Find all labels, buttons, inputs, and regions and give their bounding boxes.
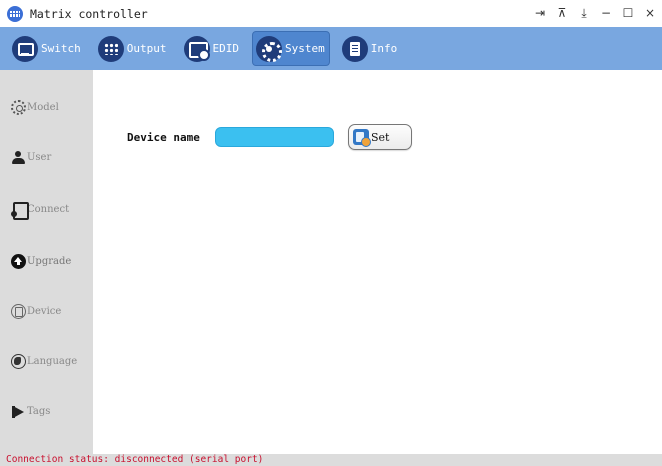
matrix-grid-icon (7, 5, 23, 22)
system-icon (256, 35, 282, 62)
sidebar: Model User Connect Upgrade Device Langua… (0, 70, 93, 454)
sidebar-item-label: Device (27, 305, 62, 317)
sidebar-item-label: Connect (27, 203, 70, 215)
sidebar-item-connect[interactable]: Connect (0, 184, 93, 234)
set-button-label: Set (371, 130, 390, 144)
device-name-input[interactable] (215, 127, 334, 147)
gear-icon (11, 99, 26, 115)
sidebar-item-label: Model (27, 101, 59, 113)
sidebar-item-label: Upgrade (27, 255, 72, 267)
maximize-icon[interactable]: ☐ (622, 0, 634, 27)
sidebar-item-model[interactable]: Model (0, 82, 93, 132)
upgrade-icon (11, 253, 26, 269)
sidebar-item-label: Tags (27, 405, 51, 417)
output-icon (97, 35, 124, 62)
sidebar-item-label: Language (27, 355, 78, 367)
set-button[interactable]: Set (348, 124, 412, 150)
tab-switch[interactable]: Switch (8, 31, 86, 66)
switch-icon (12, 35, 38, 62)
sidebar-item-label: User (27, 151, 52, 163)
connect-icon (11, 201, 29, 220)
language-icon (11, 353, 26, 369)
tab-info-label: Info (370, 42, 398, 55)
main-toolbar: Switch Output EDID System Info (0, 27, 662, 70)
window-title: Matrix controller (30, 6, 148, 21)
tab-info[interactable]: Info (338, 31, 403, 66)
tab-switch-label: Switch (41, 42, 81, 55)
minimize-icon[interactable]: − (600, 0, 612, 27)
sidebar-item-upgrade[interactable]: Upgrade (0, 236, 93, 286)
window-controls: ⇥ ⊼ ⤓ − ☐ × (534, 0, 656, 27)
device-name-label: Device name (127, 131, 200, 144)
sidebar-item-tags[interactable]: Tags (0, 386, 93, 436)
sidebar-item-user[interactable]: User (0, 132, 93, 182)
title-bar: Matrix controller ⇥ ⊼ ⤓ − ☐ × (0, 0, 662, 27)
device-icon (11, 303, 26, 319)
tab-system-label: System (285, 42, 325, 55)
status-bar: Connection status: disconnected (serial … (0, 454, 662, 466)
user-icon (11, 150, 26, 165)
tab-system[interactable]: System (252, 31, 330, 66)
exit-icon[interactable]: ⇥ (534, 0, 546, 27)
edid-icon (183, 35, 210, 62)
sidebar-item-device[interactable]: Device (0, 286, 93, 336)
sidebar-item-language[interactable]: Language (0, 336, 93, 386)
tab-edid-label: EDID (212, 42, 240, 55)
tags-icon (11, 404, 26, 419)
tab-output[interactable]: Output (94, 31, 172, 66)
pin-icon[interactable]: ⊼ (556, 0, 568, 27)
connection-status: Connection status: disconnected (serial … (6, 454, 264, 465)
main-panel: Device name Set (93, 70, 662, 454)
info-icon (341, 35, 368, 62)
tab-output-label: Output (126, 42, 167, 55)
tab-edid[interactable]: EDID (180, 31, 245, 66)
close-icon[interactable]: × (644, 0, 656, 27)
download-icon[interactable]: ⤓ (578, 0, 590, 27)
settings-edit-icon (353, 129, 371, 147)
